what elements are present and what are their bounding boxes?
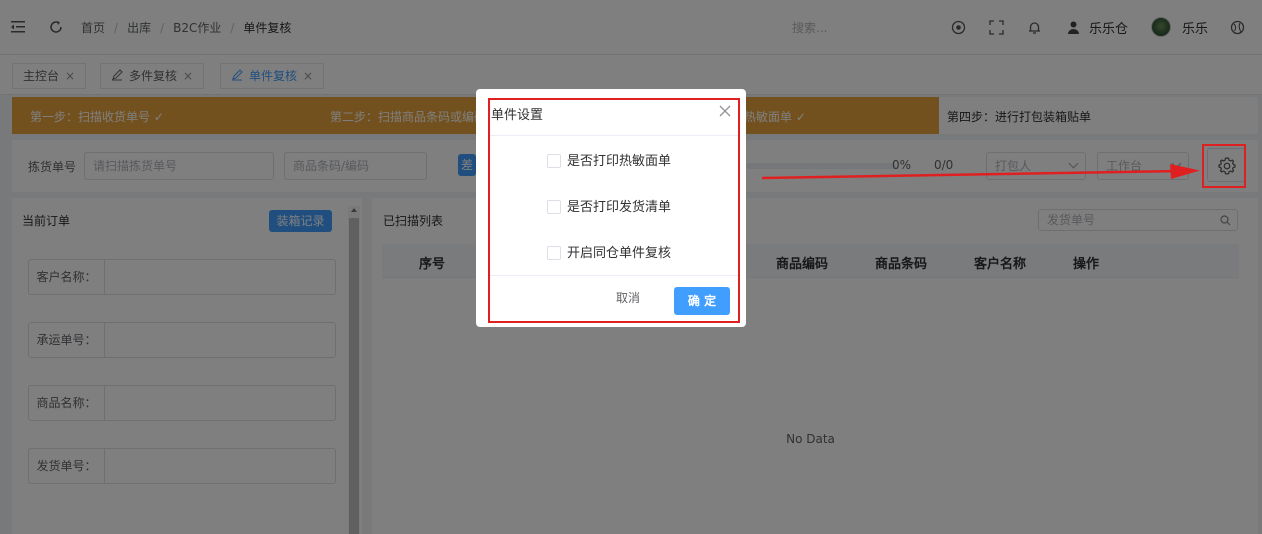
annotation-arrow-icon [761, 164, 1200, 180]
settings-highlight-box [1202, 144, 1246, 188]
dialog-highlight-box [488, 98, 740, 323]
